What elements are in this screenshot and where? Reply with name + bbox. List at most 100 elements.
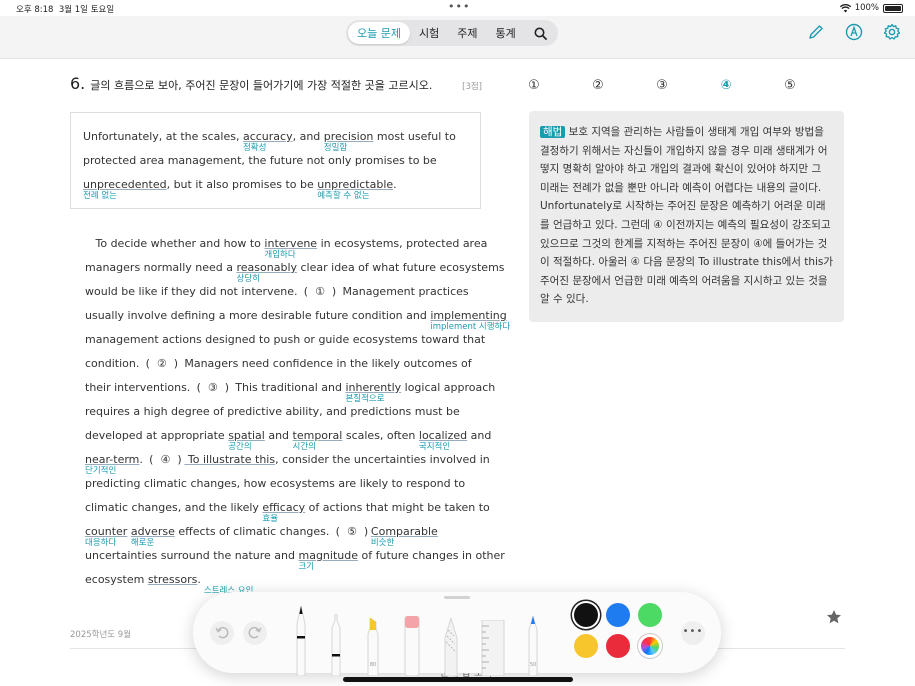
- explanation-tag: 해법: [540, 126, 566, 138]
- given-line-3: unprecedented 전례 없는, but it also promises…: [83, 178, 397, 201]
- tab-exam[interactable]: 시험: [410, 22, 448, 44]
- nav-segmented-control: 오늘 문제 시험 주제 통계: [346, 20, 558, 46]
- highlighter-tool[interactable]: 80: [365, 618, 381, 676]
- top-navigation-bar: 오늘 문제 시험 주제 통계: [0, 16, 915, 59]
- passage-line: ecosystem stressors 스트레스 요인.: [85, 573, 254, 596]
- pencil-icon[interactable]: [807, 23, 825, 41]
- choice-3[interactable]: ③: [655, 79, 669, 93]
- passage-line: counter 대응하다 adverse 해로운 effects of climat…: [85, 520, 485, 548]
- status-bar: 오후 8:18 3월 1일 토요일 ••• 100%: [0, 0, 915, 16]
- insertion-blank-2[interactable]: ( ② ): [143, 352, 181, 376]
- vocab-word: near-term 단기적인: [85, 453, 140, 476]
- vocab-word: adverse 해로운: [130, 525, 175, 548]
- vocab-word: stressors 스트레스 요인: [147, 573, 254, 596]
- markup-icon[interactable]: [845, 23, 863, 41]
- choice-2[interactable]: ②: [591, 79, 605, 93]
- home-indicator[interactable]: [343, 677, 573, 682]
- vocab-word: efficacy 효율: [262, 501, 306, 524]
- vocab-word: precision 정밀함: [323, 130, 374, 153]
- explanation-text: 보호 지역을 관리하는 사람들이 생태계 개입 여부와 방법을 결정하기 위해서…: [540, 126, 834, 306]
- highlighter-size-label: 80: [370, 662, 376, 668]
- redo-icon: [248, 626, 262, 639]
- redo-button[interactable]: [243, 621, 267, 645]
- insertion-blank-4[interactable]: ( ④ ): [146, 448, 184, 472]
- tab-topic[interactable]: 주제: [448, 22, 486, 44]
- question-number: 6.: [70, 74, 86, 93]
- vocab-gloss: 예측할 수 없는: [317, 191, 370, 201]
- color-green-swatch[interactable]: [638, 603, 662, 627]
- eraser-tool[interactable]: [403, 616, 421, 676]
- vocab-word: accuracy 정확성: [242, 130, 293, 153]
- toolbar-grabber[interactable]: [444, 596, 470, 599]
- color-wheel-icon[interactable]: [638, 634, 662, 658]
- insertion-blank-1[interactable]: ( ① ): [301, 280, 339, 304]
- fineliner-tool[interactable]: [328, 614, 344, 676]
- tab-stats[interactable]: 통계: [486, 22, 524, 44]
- pen-tool[interactable]: [293, 606, 309, 676]
- undo-icon: [215, 626, 229, 639]
- crayon-size-label: 50: [530, 662, 536, 668]
- insertion-blank-5[interactable]: ( ⑤ ): [333, 520, 371, 544]
- passage-line: usually involve defining a more desirabl…: [85, 309, 511, 332]
- pencil-drawing-toolbar: 80 50 •••: [193, 592, 721, 676]
- ruler-tool[interactable]: [481, 620, 505, 676]
- passage-line: developed at appropriate spatial 공간의 and …: [85, 429, 492, 452]
- multitasking-dots[interactable]: •••: [448, 1, 470, 12]
- undo-button[interactable]: [210, 621, 234, 645]
- crayon-tool[interactable]: 50: [525, 616, 541, 676]
- given-line-2: protected area management, the future no…: [83, 154, 437, 167]
- answer-choices: ① ② ③ ④ ⑤: [527, 79, 797, 93]
- color-black-swatch[interactable]: [574, 603, 598, 627]
- vocab-word: implementing implement 시행하다: [430, 309, 511, 332]
- vocab-gloss: 전례 없는: [83, 191, 117, 201]
- lasso-tool[interactable]: [442, 618, 460, 676]
- vocab-word: spatial 공간의: [228, 429, 265, 452]
- vocab-word: unpredictable 예측할 수 없는: [317, 178, 394, 201]
- vocab-word: counter 대응하다: [85, 525, 128, 548]
- question-header: 6. 글의 흐름으로 보아, 주어진 문장이 들어가기에 가장 적절한 곳을 고…: [70, 74, 482, 93]
- gear-icon[interactable]: [883, 23, 901, 41]
- choice-5[interactable]: ⑤: [783, 79, 797, 93]
- insertion-blank-3[interactable]: ( ③ ): [194, 376, 232, 400]
- star-icon[interactable]: [826, 609, 842, 625]
- vocab-word: magnitude 크기: [298, 549, 358, 572]
- color-yellow-swatch[interactable]: [574, 634, 598, 658]
- passage-line: climatic changes, and the likely efficac…: [85, 501, 490, 524]
- choice-4-selected[interactable]: ④: [719, 79, 733, 93]
- passage-line: To decide whether and how to intervene 개입…: [95, 237, 488, 260]
- vocab-word: temporal 시간의: [292, 429, 343, 452]
- vocab-word: Comparable 비슷한: [370, 525, 438, 548]
- passage-line: managers normally need a reasonably 상당히 c…: [85, 261, 505, 284]
- vocab-word: inherently 본질적으로: [345, 381, 402, 404]
- vocab-word: reasonably 상당히: [236, 261, 298, 284]
- color-blue-swatch[interactable]: [606, 603, 630, 627]
- passage-line: requires a high degree of predictive abi…: [85, 405, 460, 418]
- top-right-actions: [807, 23, 901, 41]
- more-options-button[interactable]: •••: [681, 621, 705, 645]
- search-icon: [534, 27, 547, 40]
- highlighted-phrase: To illustrate this: [184, 453, 276, 466]
- drawing-tools: 80 50: [285, 604, 555, 676]
- passage-line: management actions designed to push or g…: [85, 333, 486, 346]
- search-button[interactable]: [525, 22, 556, 44]
- passage-line: predicting climatic changes, how ecosyst…: [85, 477, 466, 490]
- given-sentence-box: Unfortunately, at the scales, accuracy 정확…: [70, 112, 481, 209]
- vocab-word: intervene 개입하다: [264, 237, 318, 260]
- passage-line: uncertainties surround the nature and ma…: [85, 549, 505, 572]
- tab-today-problem[interactable]: 오늘 문제: [348, 22, 410, 44]
- color-red-swatch[interactable]: [606, 634, 630, 658]
- battery-icon: [883, 3, 903, 13]
- explanation-panel: 해법 보호 지역을 관리하는 사람들이 생태계 개입 여부와 방법을 결정하기 …: [529, 111, 844, 322]
- passage-line: would be like if they did not intervene.…: [85, 280, 485, 304]
- vocab-word: unprecedented 전례 없는: [83, 178, 167, 201]
- passage-line: near-term 단기적인. ( ④ ) To illustrate this,…: [85, 448, 490, 476]
- exam-year-label: 2025학년도 9월: [70, 630, 132, 640]
- choice-1[interactable]: ①: [527, 79, 541, 93]
- color-swatches: [574, 603, 662, 658]
- question-prompt: 글의 흐름으로 보아, 주어진 문장이 들어가기에 가장 적절한 곳을 고르시오…: [90, 79, 433, 92]
- status-right: 100%: [839, 3, 903, 13]
- battery-percent: 100%: [854, 3, 879, 13]
- vocab-word: localized 국지적인: [418, 429, 468, 452]
- passage-text: To decide whether and how to intervene 개입…: [85, 232, 511, 596]
- passage-line: their interventions. ( ③ ) This traditio…: [85, 376, 495, 404]
